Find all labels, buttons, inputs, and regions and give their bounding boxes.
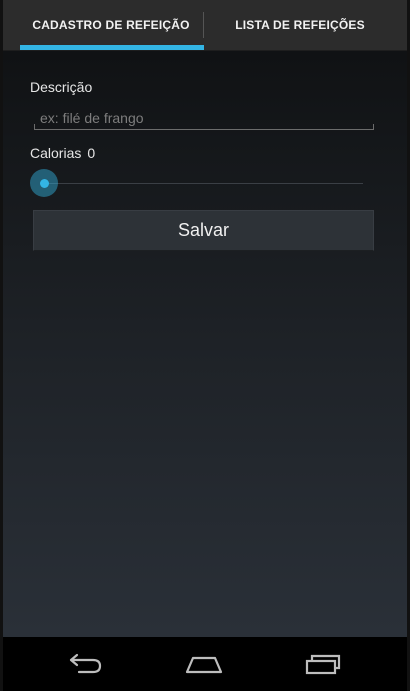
- save-button[interactable]: Salvar: [33, 210, 374, 251]
- selected-tab-indicator: [20, 45, 204, 50]
- tab-cadastro-de-refeicao[interactable]: CADASTRO DE REFEIÇÃO: [3, 0, 203, 50]
- home-button[interactable]: [174, 647, 234, 681]
- tab-bar: CADASTRO DE REFEIÇÃO LISTA DE REFEIÇÕES: [3, 0, 407, 51]
- slider-thumb[interactable]: [30, 169, 58, 197]
- calorias-label: Calorias: [30, 145, 82, 161]
- descricao-label: Descrição: [30, 79, 93, 95]
- navigation-bar: [3, 637, 407, 691]
- slider-thumb-core: [39, 178, 49, 188]
- home-icon: [185, 656, 223, 674]
- tab-cadastro-label: CADASTRO DE REFEIÇÃO: [32, 18, 190, 32]
- calorias-value: 0: [87, 145, 96, 161]
- recent-apps-icon: [305, 654, 341, 675]
- tab-lista-de-refeicoes[interactable]: LISTA DE REFEIÇÕES: [204, 0, 388, 50]
- tab-lista-label: LISTA DE REFEIÇÕES: [235, 18, 365, 32]
- slider-track: [45, 183, 363, 184]
- input-underline-edge-right: [373, 124, 374, 130]
- back-button[interactable]: [55, 647, 115, 681]
- calorias-row: Calorias 0: [30, 145, 95, 161]
- form-content: Descrição Calorias 0 Salvar: [3, 51, 407, 637]
- app-screen: CADASTRO DE REFEIÇÃO LISTA DE REFEIÇÕES …: [0, 0, 410, 691]
- calorias-slider[interactable]: [29, 168, 363, 198]
- input-underline-edge-left: [34, 124, 35, 130]
- recent-apps-button[interactable]: [293, 647, 353, 681]
- back-icon: [69, 653, 102, 674]
- descricao-input[interactable]: [34, 106, 374, 130]
